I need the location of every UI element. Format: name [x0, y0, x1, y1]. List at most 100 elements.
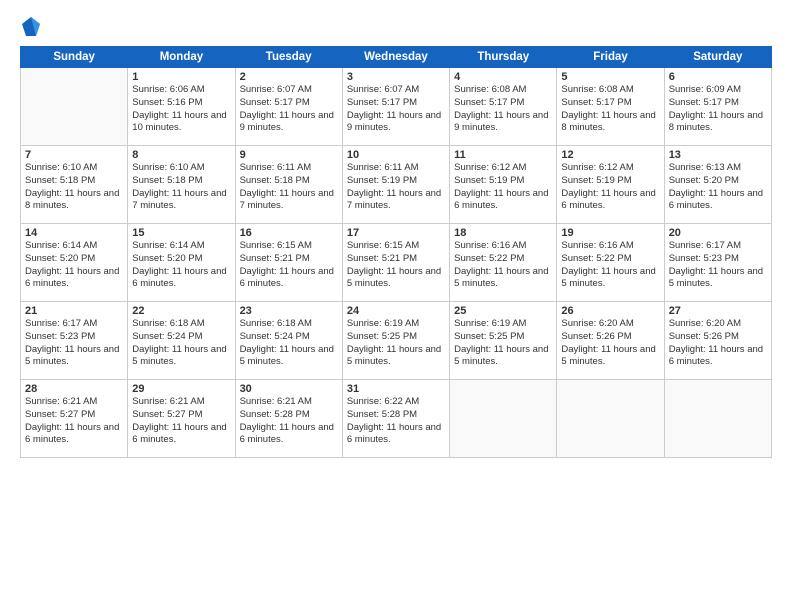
day-number: 13	[669, 149, 767, 161]
calendar-cell: 8Sunrise: 6:10 AMSunset: 5:18 PMDaylight…	[128, 146, 235, 224]
cell-info: Sunrise: 6:12 AMSunset: 5:19 PMDaylight:…	[561, 162, 659, 213]
day-number: 28	[25, 383, 123, 395]
day-number: 1	[132, 71, 230, 83]
day-number: 14	[25, 227, 123, 239]
calendar-cell: 21Sunrise: 6:17 AMSunset: 5:23 PMDayligh…	[21, 302, 128, 380]
day-number: 4	[454, 71, 552, 83]
day-number: 29	[132, 383, 230, 395]
day-number: 6	[669, 71, 767, 83]
cell-info: Sunrise: 6:11 AMSunset: 5:18 PMDaylight:…	[240, 162, 338, 213]
calendar-cell	[450, 380, 557, 458]
cell-info: Sunrise: 6:15 AMSunset: 5:21 PMDaylight:…	[240, 240, 338, 291]
calendar-header-wednesday: Wednesday	[342, 47, 449, 68]
day-number: 17	[347, 227, 445, 239]
day-number: 10	[347, 149, 445, 161]
day-number: 5	[561, 71, 659, 83]
day-number: 27	[669, 305, 767, 317]
calendar-cell: 29Sunrise: 6:21 AMSunset: 5:27 PMDayligh…	[128, 380, 235, 458]
logo	[20, 16, 41, 38]
day-number: 20	[669, 227, 767, 239]
cell-info: Sunrise: 6:17 AMSunset: 5:23 PMDaylight:…	[669, 240, 767, 291]
calendar-header-sunday: Sunday	[21, 47, 128, 68]
cell-info: Sunrise: 6:10 AMSunset: 5:18 PMDaylight:…	[25, 162, 123, 213]
cell-info: Sunrise: 6:10 AMSunset: 5:18 PMDaylight:…	[132, 162, 230, 213]
calendar-week-3: 21Sunrise: 6:17 AMSunset: 5:23 PMDayligh…	[21, 302, 772, 380]
calendar-cell	[664, 380, 771, 458]
day-number: 23	[240, 305, 338, 317]
calendar-cell: 14Sunrise: 6:14 AMSunset: 5:20 PMDayligh…	[21, 224, 128, 302]
calendar-cell: 18Sunrise: 6:16 AMSunset: 5:22 PMDayligh…	[450, 224, 557, 302]
calendar-cell: 23Sunrise: 6:18 AMSunset: 5:24 PMDayligh…	[235, 302, 342, 380]
cell-info: Sunrise: 6:08 AMSunset: 5:17 PMDaylight:…	[454, 84, 552, 135]
calendar-week-2: 14Sunrise: 6:14 AMSunset: 5:20 PMDayligh…	[21, 224, 772, 302]
calendar-header-thursday: Thursday	[450, 47, 557, 68]
day-number: 15	[132, 227, 230, 239]
calendar-cell: 19Sunrise: 6:16 AMSunset: 5:22 PMDayligh…	[557, 224, 664, 302]
calendar-header-friday: Friday	[557, 47, 664, 68]
calendar-cell: 25Sunrise: 6:19 AMSunset: 5:25 PMDayligh…	[450, 302, 557, 380]
cell-info: Sunrise: 6:21 AMSunset: 5:28 PMDaylight:…	[240, 396, 338, 447]
page: SundayMondayTuesdayWednesdayThursdayFrid…	[0, 0, 792, 612]
day-number: 16	[240, 227, 338, 239]
cell-info: Sunrise: 6:06 AMSunset: 5:16 PMDaylight:…	[132, 84, 230, 135]
calendar-cell: 17Sunrise: 6:15 AMSunset: 5:21 PMDayligh…	[342, 224, 449, 302]
calendar-cell: 16Sunrise: 6:15 AMSunset: 5:21 PMDayligh…	[235, 224, 342, 302]
cell-info: Sunrise: 6:12 AMSunset: 5:19 PMDaylight:…	[454, 162, 552, 213]
calendar-cell: 3Sunrise: 6:07 AMSunset: 5:17 PMDaylight…	[342, 68, 449, 146]
day-number: 19	[561, 227, 659, 239]
day-number: 24	[347, 305, 445, 317]
day-number: 18	[454, 227, 552, 239]
calendar-cell: 6Sunrise: 6:09 AMSunset: 5:17 PMDaylight…	[664, 68, 771, 146]
cell-info: Sunrise: 6:16 AMSunset: 5:22 PMDaylight:…	[561, 240, 659, 291]
day-number: 21	[25, 305, 123, 317]
calendar-cell: 11Sunrise: 6:12 AMSunset: 5:19 PMDayligh…	[450, 146, 557, 224]
cell-info: Sunrise: 6:14 AMSunset: 5:20 PMDaylight:…	[25, 240, 123, 291]
day-number: 30	[240, 383, 338, 395]
calendar-cell: 30Sunrise: 6:21 AMSunset: 5:28 PMDayligh…	[235, 380, 342, 458]
cell-info: Sunrise: 6:22 AMSunset: 5:28 PMDaylight:…	[347, 396, 445, 447]
calendar-cell: 12Sunrise: 6:12 AMSunset: 5:19 PMDayligh…	[557, 146, 664, 224]
calendar-week-0: 1Sunrise: 6:06 AMSunset: 5:16 PMDaylight…	[21, 68, 772, 146]
cell-info: Sunrise: 6:13 AMSunset: 5:20 PMDaylight:…	[669, 162, 767, 213]
cell-info: Sunrise: 6:15 AMSunset: 5:21 PMDaylight:…	[347, 240, 445, 291]
calendar-cell: 7Sunrise: 6:10 AMSunset: 5:18 PMDaylight…	[21, 146, 128, 224]
day-number: 22	[132, 305, 230, 317]
calendar-cell: 13Sunrise: 6:13 AMSunset: 5:20 PMDayligh…	[664, 146, 771, 224]
calendar-week-1: 7Sunrise: 6:10 AMSunset: 5:18 PMDaylight…	[21, 146, 772, 224]
cell-info: Sunrise: 6:19 AMSunset: 5:25 PMDaylight:…	[454, 318, 552, 369]
cell-info: Sunrise: 6:07 AMSunset: 5:17 PMDaylight:…	[347, 84, 445, 135]
calendar-header-row: SundayMondayTuesdayWednesdayThursdayFrid…	[21, 47, 772, 68]
cell-info: Sunrise: 6:09 AMSunset: 5:17 PMDaylight:…	[669, 84, 767, 135]
cell-info: Sunrise: 6:19 AMSunset: 5:25 PMDaylight:…	[347, 318, 445, 369]
calendar-cell	[557, 380, 664, 458]
day-number: 8	[132, 149, 230, 161]
cell-info: Sunrise: 6:17 AMSunset: 5:23 PMDaylight:…	[25, 318, 123, 369]
calendar-cell: 2Sunrise: 6:07 AMSunset: 5:17 PMDaylight…	[235, 68, 342, 146]
day-number: 3	[347, 71, 445, 83]
calendar-cell: 1Sunrise: 6:06 AMSunset: 5:16 PMDaylight…	[128, 68, 235, 146]
calendar-header-monday: Monday	[128, 47, 235, 68]
day-number: 12	[561, 149, 659, 161]
header	[20, 16, 772, 38]
calendar-cell: 5Sunrise: 6:08 AMSunset: 5:17 PMDaylight…	[557, 68, 664, 146]
calendar-cell: 4Sunrise: 6:08 AMSunset: 5:17 PMDaylight…	[450, 68, 557, 146]
cell-info: Sunrise: 6:11 AMSunset: 5:19 PMDaylight:…	[347, 162, 445, 213]
calendar-cell: 10Sunrise: 6:11 AMSunset: 5:19 PMDayligh…	[342, 146, 449, 224]
calendar-week-4: 28Sunrise: 6:21 AMSunset: 5:27 PMDayligh…	[21, 380, 772, 458]
cell-info: Sunrise: 6:18 AMSunset: 5:24 PMDaylight:…	[240, 318, 338, 369]
day-number: 11	[454, 149, 552, 161]
calendar-cell: 15Sunrise: 6:14 AMSunset: 5:20 PMDayligh…	[128, 224, 235, 302]
calendar-cell: 24Sunrise: 6:19 AMSunset: 5:25 PMDayligh…	[342, 302, 449, 380]
cell-info: Sunrise: 6:18 AMSunset: 5:24 PMDaylight:…	[132, 318, 230, 369]
day-number: 31	[347, 383, 445, 395]
cell-info: Sunrise: 6:20 AMSunset: 5:26 PMDaylight:…	[669, 318, 767, 369]
day-number: 25	[454, 305, 552, 317]
cell-info: Sunrise: 6:20 AMSunset: 5:26 PMDaylight:…	[561, 318, 659, 369]
cell-info: Sunrise: 6:07 AMSunset: 5:17 PMDaylight:…	[240, 84, 338, 135]
calendar-cell: 20Sunrise: 6:17 AMSunset: 5:23 PMDayligh…	[664, 224, 771, 302]
calendar-cell: 26Sunrise: 6:20 AMSunset: 5:26 PMDayligh…	[557, 302, 664, 380]
cell-info: Sunrise: 6:16 AMSunset: 5:22 PMDaylight:…	[454, 240, 552, 291]
day-number: 26	[561, 305, 659, 317]
logo-icon	[21, 16, 41, 38]
calendar-cell: 9Sunrise: 6:11 AMSunset: 5:18 PMDaylight…	[235, 146, 342, 224]
